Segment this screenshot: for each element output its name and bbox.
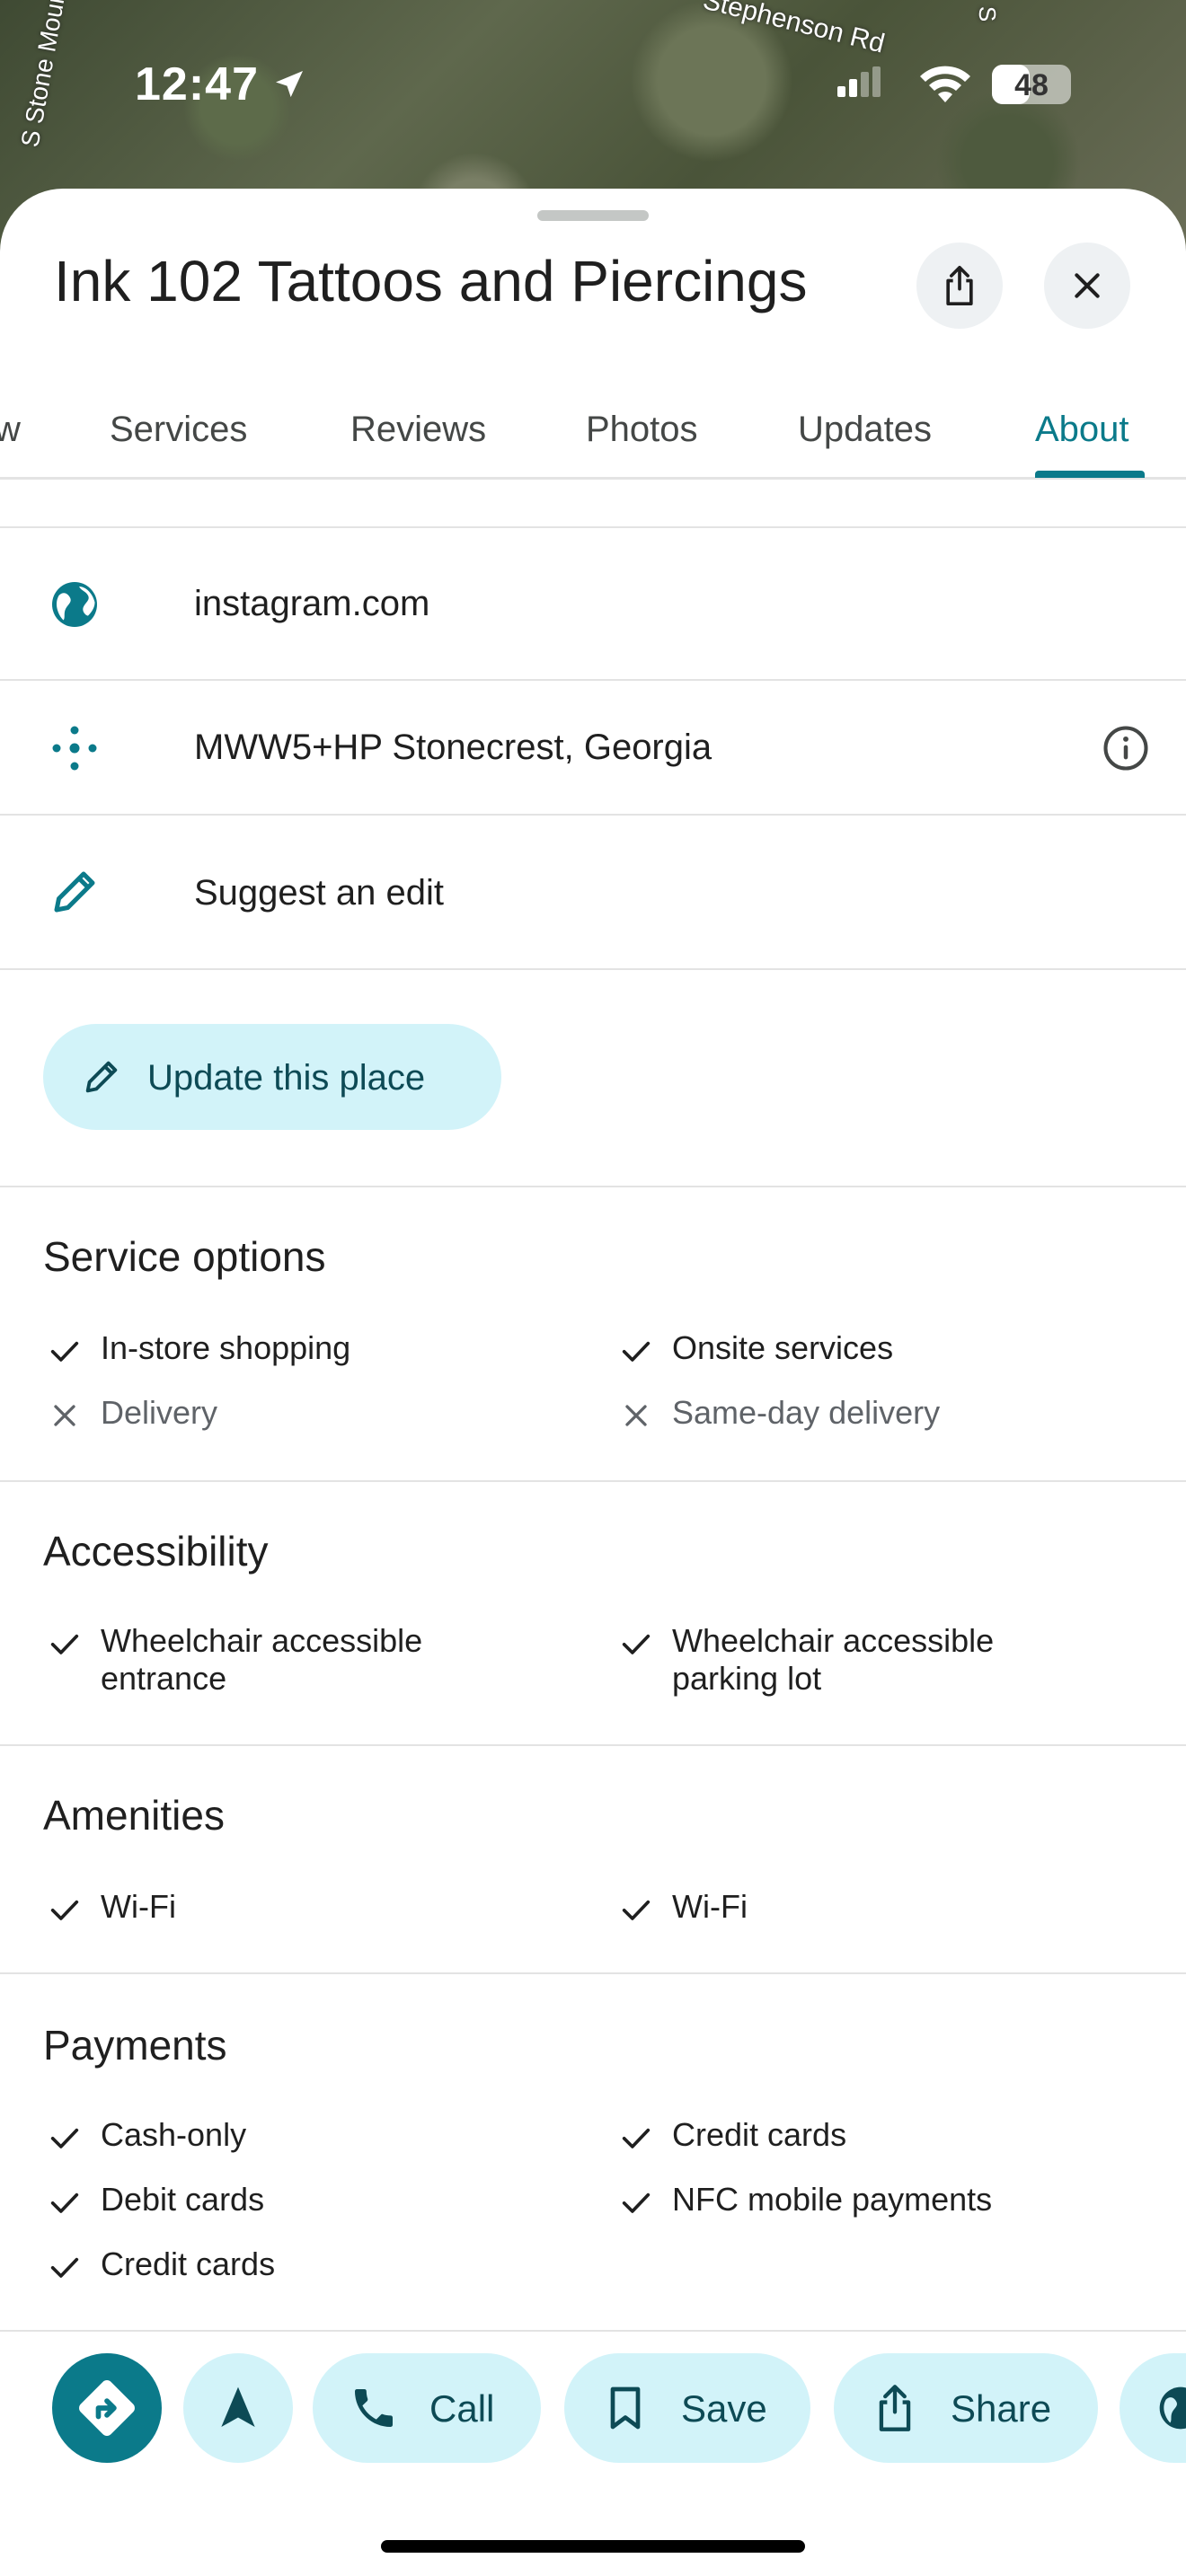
divider <box>0 1480 1186 1482</box>
action-bar-divider <box>0 2330 1186 2332</box>
plus-code-icon <box>45 719 104 778</box>
save-label: Save <box>681 2387 767 2430</box>
status-time: 12:47 <box>135 58 259 110</box>
attribute-label: Credit cards <box>672 2116 847 2153</box>
divider <box>0 526 1186 528</box>
globe-icon <box>1159 2386 1186 2430</box>
globe-icon <box>45 575 104 634</box>
check-icon <box>622 1341 651 1362</box>
share-icon <box>879 2385 911 2431</box>
attribute-label: Wheelchair accessible entrance <box>101 1622 423 1697</box>
start-navigation-button[interactable] <box>183 2353 293 2463</box>
close-icon <box>54 1405 75 1426</box>
close-icon <box>625 1405 647 1426</box>
close-button[interactable] <box>1044 243 1130 329</box>
divider <box>0 968 1186 970</box>
status-bar: 12:47 48 <box>0 54 1186 117</box>
tab-overview[interactable]: w <box>0 410 21 450</box>
battery-icon: 48 <box>992 65 1071 104</box>
website-link[interactable]: instagram.com <box>194 584 429 624</box>
attribute-label: Delivery <box>101 1394 218 1431</box>
tab-bar: w Services Reviews Photos Updates About <box>0 383 1186 480</box>
info-icon[interactable] <box>1102 724 1150 772</box>
share-button[interactable] <box>916 243 1003 329</box>
check-icon <box>50 1341 79 1362</box>
check-icon <box>50 2192 79 2213</box>
check-icon <box>50 1634 79 1654</box>
section-title-amenities: Amenities <box>43 1792 225 1839</box>
divider <box>0 679 1186 681</box>
divider <box>0 1744 1186 1746</box>
plus-code-text: MWW5+HP Stonecrest, Georgia <box>194 728 712 767</box>
attribute-label: Debit cards <box>101 2181 265 2218</box>
close-icon <box>1075 273 1100 298</box>
check-icon <box>50 1900 79 1920</box>
check-icon <box>622 2128 651 2148</box>
call-button[interactable]: Call <box>313 2353 541 2463</box>
battery-percent: 48 <box>1014 68 1049 102</box>
check-icon <box>50 2257 79 2278</box>
home-indicator[interactable] <box>381 2540 805 2553</box>
wifi-icon <box>920 66 970 102</box>
update-button-label: Update this place <box>147 1058 426 1098</box>
update-this-place-button[interactable]: Update this place <box>43 1024 501 1130</box>
share-place-button[interactable]: Share <box>834 2353 1098 2463</box>
tab-reviews[interactable]: Reviews <box>350 410 486 450</box>
section-title-accessibility: Accessibility <box>43 1528 269 1575</box>
pencil-icon <box>45 862 104 922</box>
attribute-label: Credit cards <box>101 2245 276 2282</box>
phone-icon <box>355 2389 393 2427</box>
divider <box>0 1186 1186 1187</box>
suggest-edit-label: Suggest an edit <box>194 873 444 913</box>
attribute-label: NFC mobile payments <box>672 2181 993 2218</box>
share-icon <box>946 266 973 305</box>
section-title-payments: Payments <box>43 2022 227 2069</box>
tab-photos[interactable]: Photos <box>586 410 698 450</box>
map-road-label: S <box>974 5 1002 22</box>
attribute-label: Cash-only <box>101 2116 247 2153</box>
directions-icon <box>79 2380 135 2436</box>
directions-button[interactable] <box>52 2353 162 2463</box>
navigation-arrow-icon <box>221 2386 255 2427</box>
attribute-label: In-store shopping <box>101 1329 351 1366</box>
pencil-icon <box>85 1061 118 1093</box>
tab-about[interactable]: About <box>1035 410 1129 450</box>
place-title: Ink 102 Tattoos and Piercings <box>54 249 808 313</box>
location-arrow-icon <box>276 71 303 98</box>
map-road-label: Stephenson Rd <box>700 0 888 59</box>
divider <box>0 1972 1186 1974</box>
check-icon <box>622 1634 651 1654</box>
share-label: Share <box>951 2387 1052 2430</box>
check-icon <box>622 2192 651 2213</box>
active-tab-indicator <box>1035 471 1145 478</box>
attribute-label: Wheelchair accessible parking lot <box>672 1622 995 1697</box>
save-button[interactable]: Save <box>564 2353 810 2463</box>
attribute-label: Wi-Fi <box>672 1888 748 1925</box>
tab-services[interactable]: Services <box>110 410 247 450</box>
check-icon <box>622 1900 651 1920</box>
attribute-label: Onsite services <box>672 1329 894 1366</box>
sheet-grabber[interactable] <box>537 210 649 221</box>
check-icon <box>50 2128 79 2148</box>
section-title-service-options: Service options <box>43 1233 326 1280</box>
attribute-label: Wi-Fi <box>101 1888 176 1925</box>
attribute-label: Same-day delivery <box>672 1394 941 1431</box>
bookmark-icon <box>610 2386 641 2430</box>
call-label: Call <box>429 2387 495 2430</box>
tab-updates[interactable]: Updates <box>798 410 932 450</box>
cellular-signal-icon <box>837 66 881 97</box>
divider <box>0 814 1186 816</box>
